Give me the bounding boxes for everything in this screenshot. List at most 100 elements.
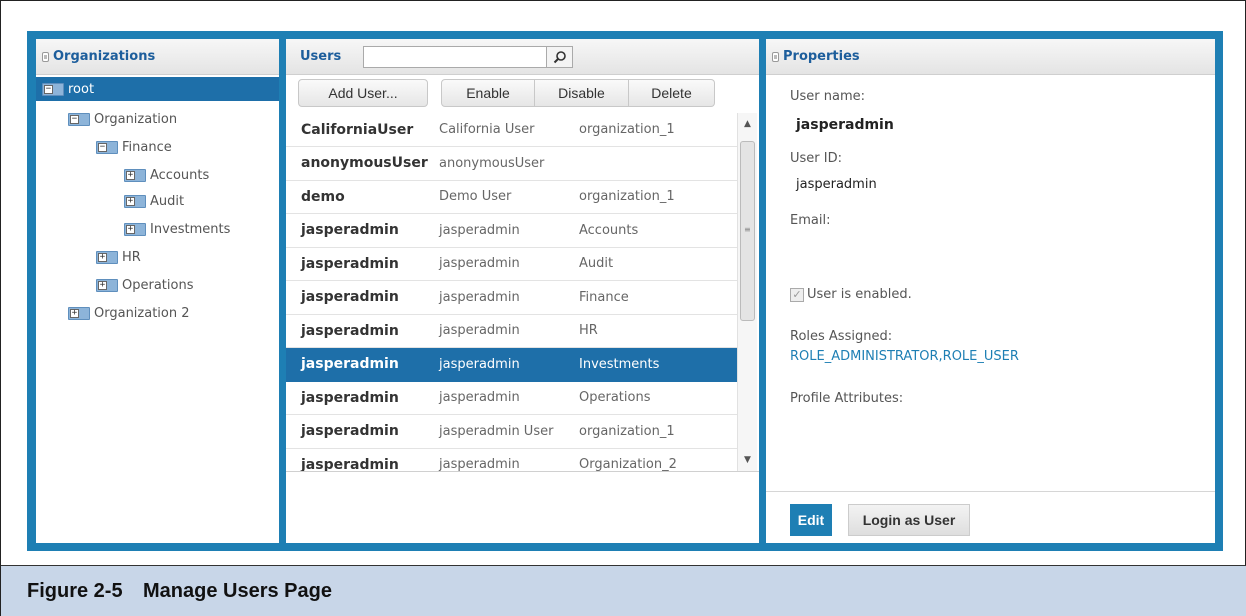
folder-icon: + (68, 306, 90, 320)
tree-node[interactable]: + Investments (124, 217, 230, 241)
user-name-cell: jasperadmin (301, 222, 399, 238)
figure-frame: Organizations − root − Organization − Finance… (0, 0, 1246, 616)
user-organization-cell: Audit (579, 256, 614, 271)
user-row[interactable]: jasperadmin jasperadmin Investments (286, 347, 737, 382)
user-row[interactable]: jasperadmin jasperadmin Finance (286, 281, 737, 315)
user-organization-cell: Organization_2 (579, 457, 677, 471)
delete-button[interactable]: Delete (629, 79, 715, 107)
user-fullname-cell: Demo User (439, 189, 512, 204)
folder-icon: + (124, 222, 146, 236)
users-toolbar: Add User... (298, 79, 428, 107)
user-name-cell: jasperadmin (301, 456, 399, 472)
user-row[interactable]: jasperadmin jasperadmin Audit (286, 247, 737, 281)
tree-node-label: root (68, 81, 95, 97)
tree-node[interactable]: + Operations (96, 273, 193, 297)
expand-icon[interactable]: + (126, 196, 135, 206)
user-list-scrollbar[interactable]: ▲ ≡ ▼ (737, 113, 757, 471)
user-fullname-cell: jasperadmin (439, 390, 520, 405)
user-search-input[interactable] (363, 45, 548, 68)
tree-node-label: Investments (150, 221, 231, 237)
organizations-header: Organizations (36, 39, 279, 75)
users-panel: Users Add User... Enable Disable Delete … (286, 39, 759, 543)
expand-icon[interactable]: + (98, 252, 107, 262)
folder-icon: + (96, 250, 118, 264)
user-fullname-cell: jasperadmin User (439, 423, 554, 439)
user-name-cell: jasperadmin (301, 289, 399, 305)
tree-node-label: Organization (94, 111, 178, 127)
add-user-button[interactable]: Add User... (298, 79, 428, 107)
user-fullname-cell: California User (439, 122, 535, 137)
user-row[interactable]: CaliforniaUser California User organizatio… (286, 113, 737, 147)
tree-node-label: Organization 2 (94, 305, 190, 321)
panel-pin-icon[interactable] (42, 51, 49, 62)
user-name-cell: CaliforniaUser (301, 121, 414, 138)
properties-title: Properties (783, 49, 860, 64)
username-label: User name: (790, 89, 866, 104)
user-row[interactable]: jasperadmin jasperadmin User organization_… (286, 415, 737, 449)
scroll-down-arrow-icon[interactable]: ▼ (738, 455, 757, 465)
user-organization-cell: Finance (579, 289, 629, 305)
tree-node[interactable]: + HR (96, 245, 141, 269)
user-organization-cell: Investments (579, 356, 660, 372)
panel-pin-icon[interactable] (772, 51, 779, 62)
search-button[interactable] (547, 45, 574, 68)
folder-icon: + (124, 168, 146, 182)
login-as-user-button[interactable]: Login as User (848, 504, 970, 536)
tree-node-label: Finance (122, 139, 172, 155)
figure-number: Figure 2-5 (27, 580, 123, 602)
organizations-title: Organizations (53, 49, 156, 64)
collapse-icon[interactable]: − (70, 114, 79, 124)
tree-node[interactable]: − root (36, 77, 279, 101)
user-row[interactable]: jasperadmin jasperadmin HR (286, 314, 737, 348)
edit-button[interactable]: Edit (790, 504, 832, 536)
folder-icon: − (96, 140, 118, 154)
tree-node[interactable]: + Accounts (124, 163, 209, 187)
properties-footer: Edit Login as User (766, 491, 1215, 543)
user-fullname-cell: jasperadmin (439, 289, 520, 305)
figure-title: Manage Users Page (143, 580, 332, 602)
tree-node[interactable]: − Organization (68, 107, 177, 131)
tree-node[interactable]: + Organization 2 (68, 301, 190, 325)
user-fullname-cell: jasperadmin (439, 256, 520, 271)
search-icon (553, 50, 566, 63)
user-fullname-cell: jasperadmin (439, 323, 520, 338)
user-organization-cell: organization_1 (579, 122, 675, 137)
tree-node[interactable]: + Audit (124, 189, 184, 213)
disable-button[interactable]: Disable (535, 79, 629, 107)
user-name-cell: jasperadmin (301, 255, 399, 272)
tree-node[interactable]: − Finance (96, 135, 172, 159)
user-row[interactable]: demo Demo User organization_1 (286, 180, 737, 214)
user-name-cell: jasperadmin (301, 356, 399, 372)
tree-node-label: Accounts (150, 167, 210, 183)
user-enabled-checkbox[interactable]: ✓ (790, 287, 804, 302)
user-name-cell: jasperadmin (301, 423, 399, 439)
user-row[interactable]: jasperadmin jasperadmin Organization_2 (286, 448, 737, 472)
email-label: Email: (790, 213, 831, 228)
folder-icon: − (42, 82, 64, 96)
enable-button[interactable]: Enable (441, 79, 535, 107)
collapse-icon[interactable]: − (98, 142, 107, 152)
properties-panel: Properties User name: jasperadmin User I… (766, 39, 1215, 543)
expand-icon[interactable]: + (126, 170, 135, 180)
expand-icon[interactable]: + (126, 224, 135, 234)
folder-icon: + (124, 194, 146, 208)
userid-label: User ID: (790, 151, 842, 166)
user-row[interactable]: anonymousUser anonymousUser (286, 147, 737, 181)
expand-icon[interactable]: + (70, 308, 79, 318)
tree-node-label: Audit (150, 193, 185, 209)
user-row[interactable]: jasperadmin jasperadmin Operations (286, 381, 737, 415)
expand-icon[interactable]: + (98, 280, 107, 290)
scroll-grip-icon: ≡ (744, 225, 751, 234)
roles-value[interactable]: ROLE_ADMINISTRATOR,ROLE_USER (790, 349, 1019, 364)
user-list: CaliforniaUser California User organizatio… (286, 113, 737, 471)
user-row[interactable]: jasperadmin jasperadmin Accounts (286, 214, 737, 248)
user-organization-cell: HR (579, 323, 598, 338)
collapse-icon[interactable]: − (44, 84, 53, 94)
scroll-up-arrow-icon[interactable]: ▲ (738, 119, 757, 129)
organizations-panel: Organizations − root − Organization − Finance… (36, 39, 279, 543)
properties-header: Properties (766, 39, 1215, 75)
username-value: jasperadmin (796, 117, 894, 133)
user-fullname-cell: anonymousUser (439, 155, 545, 171)
user-organization-cell: Operations (579, 390, 651, 405)
user-organization-cell: organization_1 (579, 423, 675, 439)
